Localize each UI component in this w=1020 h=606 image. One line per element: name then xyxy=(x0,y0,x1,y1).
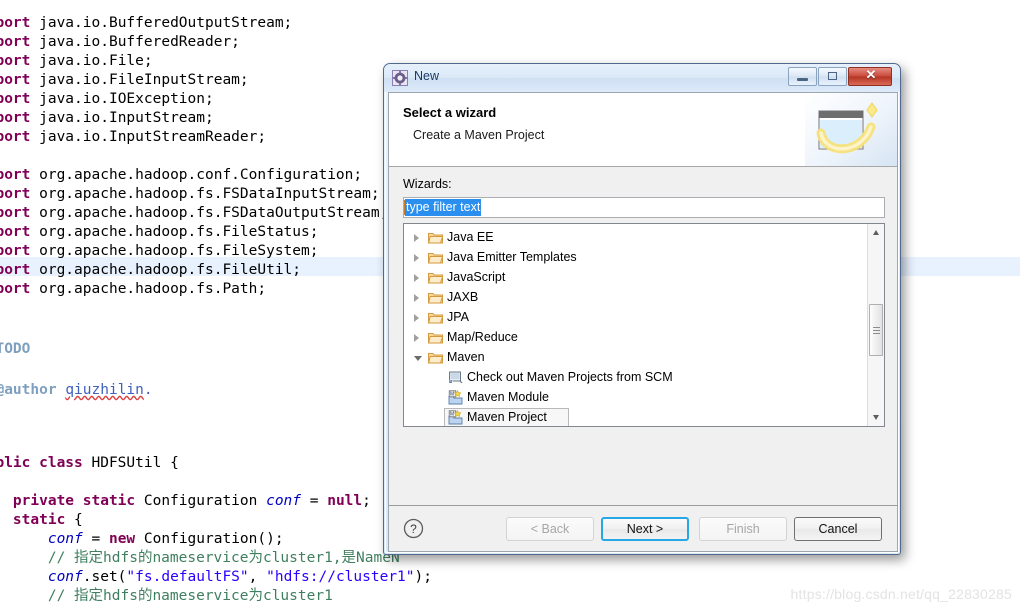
folder-icon xyxy=(427,271,444,284)
cancel-button[interactable]: Cancel xyxy=(794,517,882,541)
maximize-icon xyxy=(828,72,837,80)
code-line: // 指定hdfs的nameservice为cluster1,是NameN xyxy=(0,550,400,566)
tree-item-maven-module[interactable]: M Maven Module xyxy=(404,388,866,408)
code-line: import org.apache.hadoop.fs.FileSystem; xyxy=(0,243,319,259)
finish-button[interactable]: Finish xyxy=(699,517,787,541)
scroll-down-arrow-icon[interactable] xyxy=(868,409,884,426)
scroll-thumb[interactable] xyxy=(869,304,883,356)
maximize-button[interactable] xyxy=(818,67,847,86)
wizard-body: Wizards: type filter text Java EE Java Em… xyxy=(389,167,897,507)
code-line: import java.io.InputStream; xyxy=(0,110,214,126)
watermark-text: https://blog.csdn.net/qq_22830285 xyxy=(790,586,1012,602)
text-caret xyxy=(404,200,405,215)
filter-input-value: type filter text xyxy=(405,199,482,216)
code-line: conf = new Configuration(); xyxy=(47,531,284,547)
maven-module-icon: M xyxy=(448,389,463,405)
tree-item-label: Map/Reduce xyxy=(447,330,518,344)
code-line: // 指定hdfs的nameservice为cluster1 xyxy=(0,588,333,604)
code-line: import java.io.File; xyxy=(0,53,153,69)
code-line: * @author qiuzhilin. xyxy=(0,382,153,398)
folder-icon xyxy=(427,291,444,304)
minimize-icon xyxy=(797,78,808,81)
folder-icon xyxy=(427,251,444,264)
maven-scm-icon: M xyxy=(448,370,463,385)
tree-item-map-reduce[interactable]: Map/Reduce xyxy=(404,328,866,348)
tree-item-label: Maven xyxy=(447,350,485,364)
dialog-title: New xyxy=(414,69,440,83)
code-line: import java.io.InputStreamReader; xyxy=(0,129,267,145)
new-wizard-dialog[interactable]: New ✕ Select a wizard Create a Maven Pro… xyxy=(383,63,901,555)
tree-item-label: JAXB xyxy=(447,290,479,304)
svg-text:M: M xyxy=(450,412,454,418)
wizard-header-subtitle: Create a Maven Project xyxy=(413,128,545,142)
eclipse-gear-icon xyxy=(392,70,408,86)
code-line: import java.io.IOException; xyxy=(0,91,214,107)
chevron-right-icon[interactable] xyxy=(414,334,419,342)
chevron-down-icon[interactable] xyxy=(414,356,422,361)
tree-item-maven-project[interactable]: M Maven Project xyxy=(404,408,866,426)
tree-item-jpa[interactable]: JPA xyxy=(404,308,866,328)
code-line: import java.io.BufferedOutputStream; xyxy=(0,15,293,31)
code-line: import java.io.FileInputStream; xyxy=(0,72,249,88)
tree-scrollbar[interactable] xyxy=(867,224,884,426)
dialog-client-area: Select a wizard Create a Maven Project W… xyxy=(388,92,898,552)
folder-icon xyxy=(427,311,444,324)
code-line: import java.io.BufferedReader; xyxy=(0,34,240,50)
close-icon: ✕ xyxy=(865,67,877,82)
scroll-up-arrow-icon[interactable] xyxy=(868,224,884,241)
code-line: static { xyxy=(12,512,83,528)
wizard-tree[interactable]: Java EE Java Emitter Templates JavaScript J… xyxy=(403,223,885,427)
tree-item-java-ee[interactable]: Java EE xyxy=(404,228,866,248)
wizard-header: Select a wizard Create a Maven Project xyxy=(389,93,897,167)
wizards-label: Wizards: xyxy=(403,177,452,191)
help-question-icon[interactable]: ? xyxy=(403,518,424,539)
chevron-right-icon[interactable] xyxy=(414,274,419,282)
tree-item-label: JPA xyxy=(447,310,469,324)
wizard-banner-icon xyxy=(805,93,897,166)
code-line: private static Configuration conf = null… xyxy=(12,493,371,509)
maven-project-icon: M xyxy=(448,409,463,425)
code-line: import org.apache.hadoop.fs.Path; xyxy=(0,281,267,297)
tree-item-label: JavaScript xyxy=(447,270,506,284)
code-line: conf.set("fs.defaultFS", "hdfs://cluster… xyxy=(47,569,432,585)
tree-item-label: Java EE xyxy=(447,230,494,244)
chevron-right-icon[interactable] xyxy=(414,234,419,242)
folder-icon xyxy=(427,351,444,364)
code-line: public class HDFSUtil { xyxy=(0,455,179,471)
tree-item-jaxb[interactable]: JAXB xyxy=(404,288,866,308)
tree-item-check-out-maven-projects-from-scm[interactable]: M Check out Maven Projects from SCM xyxy=(404,368,866,388)
dialog-titlebar[interactable]: New ✕ xyxy=(384,64,900,92)
minimize-button[interactable] xyxy=(788,67,817,86)
folder-icon xyxy=(427,231,444,244)
chevron-right-icon[interactable] xyxy=(414,294,419,302)
svg-text:M: M xyxy=(450,392,454,398)
wizard-header-title: Select a wizard xyxy=(403,105,497,120)
svg-text:?: ? xyxy=(410,522,417,536)
folder-icon xyxy=(427,331,444,344)
chevron-right-icon[interactable] xyxy=(414,314,419,322)
back-button[interactable]: < Back xyxy=(506,517,594,541)
code-line: import org.apache.hadoop.fs.FileStatus; xyxy=(0,224,319,240)
tree-item-maven[interactable]: Maven xyxy=(404,348,866,368)
code-line: import org.apache.hadoop.conf.Configurat… xyxy=(0,167,363,183)
tree-item-javascript[interactable]: JavaScript xyxy=(404,268,866,288)
tree-item-label: Maven Project xyxy=(467,410,547,424)
code-line: * TODO xyxy=(0,341,31,357)
code-line: import org.apache.hadoop.fs.FSDataOutput… xyxy=(0,205,389,221)
tree-item-label: Java Emitter Templates xyxy=(447,250,577,264)
close-button[interactable]: ✕ xyxy=(848,67,892,86)
chevron-right-icon[interactable] xyxy=(414,254,419,262)
filter-input[interactable]: type filter text xyxy=(403,197,885,218)
tree-item-label: Maven Module xyxy=(467,390,549,404)
code-line: import org.apache.hadoop.fs.FSDataInputS… xyxy=(0,186,380,202)
code-line: import org.apache.hadoop.fs.FileUtil; xyxy=(0,262,302,278)
wizard-footer: ? < Back Next > Finish Cancel xyxy=(389,505,897,551)
tree-item-label: Check out Maven Projects from SCM xyxy=(467,370,673,384)
next-button[interactable]: Next > xyxy=(601,517,689,541)
tree-item-java-emitter-templates[interactable]: Java Emitter Templates xyxy=(404,248,866,268)
svg-text:M: M xyxy=(449,379,452,384)
